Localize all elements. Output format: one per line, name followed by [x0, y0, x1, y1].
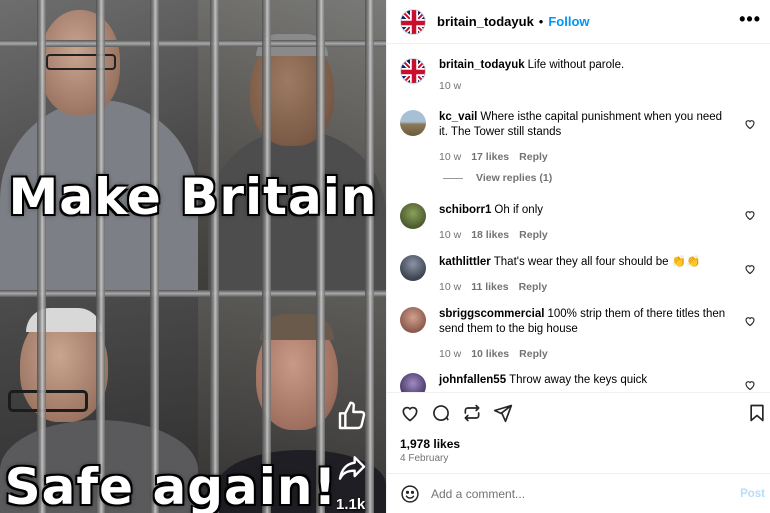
comment-text: That's wear they all four should be 👏👏 [493, 256, 701, 268]
comment-likes[interactable]: 10 likes [471, 348, 509, 360]
comment-username[interactable]: sbriggscommercial [439, 308, 544, 320]
heart-icon[interactable] [744, 379, 756, 391]
send-icon[interactable] [493, 403, 513, 423]
heart-icon[interactable] [744, 263, 756, 275]
comment-time: 10 w [439, 229, 462, 241]
post-image[interactable]: Make Britain Safe again! 1.1k [0, 0, 386, 513]
post-actions: 1,978 likes 4 February Post [387, 392, 770, 513]
heart-icon[interactable] [744, 315, 756, 327]
union-jack-icon[interactable] [400, 8, 426, 35]
avatar[interactable] [400, 110, 426, 136]
reply-button[interactable]: Reply [519, 229, 548, 241]
cell-bar [316, 0, 325, 513]
emoji-icon[interactable] [400, 484, 420, 504]
follow-button[interactable]: Follow [548, 14, 589, 29]
reply-button[interactable]: Reply [519, 151, 548, 163]
view-replies-button[interactable]: View replies (1) [443, 172, 552, 184]
avatar[interactable] [400, 203, 426, 229]
comment-username[interactable]: johnfallen55 [439, 374, 506, 386]
comment-username[interactable]: kc_vail [439, 111, 477, 123]
cell-bar [262, 0, 271, 513]
header-username[interactable]: britain_todayuk [437, 14, 534, 29]
meme-bottom-text: Safe again! [4, 458, 338, 513]
comment-time: 10 w [439, 151, 462, 163]
cell-bar [0, 40, 386, 47]
cell-bar [37, 0, 46, 513]
meme-top-text: Make Britain [8, 168, 378, 226]
share-count: 1.1k [336, 496, 366, 513]
comment-time: 10 w [439, 281, 462, 293]
bookmark-icon[interactable] [747, 403, 767, 423]
comment-text: Where isthe capital punishment when you … [439, 111, 723, 138]
post-button[interactable]: Post [740, 488, 765, 500]
heart-icon[interactable] [744, 209, 756, 221]
avatar[interactable] [400, 307, 426, 333]
comment-likes[interactable]: 11 likes [471, 281, 508, 293]
cell-bar [96, 0, 105, 513]
more-options-icon[interactable]: ••• [739, 10, 761, 28]
caption-username[interactable]: britain_todayuk [439, 59, 525, 71]
header-separator: • [538, 14, 544, 29]
avatar[interactable] [400, 255, 426, 281]
comment-username[interactable]: schiborr1 [439, 204, 491, 216]
comment-username[interactable]: kathlittler [439, 256, 491, 268]
post-header: britain_todayuk • Follow ••• [387, 0, 770, 44]
comment-icon[interactable] [431, 403, 451, 423]
caption-text: Life without parole. [527, 59, 625, 71]
divider [443, 177, 463, 179]
union-jack-icon[interactable] [400, 58, 426, 84]
comment-bar: Post [387, 473, 770, 513]
comment-text: Throw away the keys quick [509, 374, 648, 386]
cell-bar [150, 0, 159, 513]
post-date: 4 February [400, 453, 449, 464]
cell-bar [210, 0, 219, 513]
comment-text: Oh if only [494, 204, 543, 216]
reply-button[interactable]: Reply [519, 281, 548, 293]
comment-likes[interactable]: 17 likes [471, 151, 509, 163]
share-arrow-icon[interactable] [336, 452, 368, 484]
view-replies-label[interactable]: View replies (1) [476, 172, 552, 184]
comment-likes[interactable]: 18 likes [471, 229, 509, 241]
cell-bar [0, 290, 386, 297]
caption-time: 10 w [439, 80, 462, 92]
heart-icon[interactable] [744, 118, 756, 130]
likes-count[interactable]: 1,978 likes [400, 437, 460, 451]
comment-input[interactable] [431, 483, 711, 505]
avatar[interactable] [400, 373, 426, 392]
post-sidebar: britain_todayuk • Follow ••• britain_tod… [386, 0, 770, 513]
heart-icon[interactable] [400, 403, 420, 423]
comment-time: 10 w [439, 348, 462, 360]
cell-bar [365, 0, 374, 513]
thumbs-up-icon[interactable] [336, 400, 368, 432]
comments-list[interactable]: britain_todayuk Life without parole. 10 w… [387, 44, 770, 392]
repost-icon[interactable] [462, 403, 482, 423]
reply-button[interactable]: Reply [519, 348, 548, 360]
